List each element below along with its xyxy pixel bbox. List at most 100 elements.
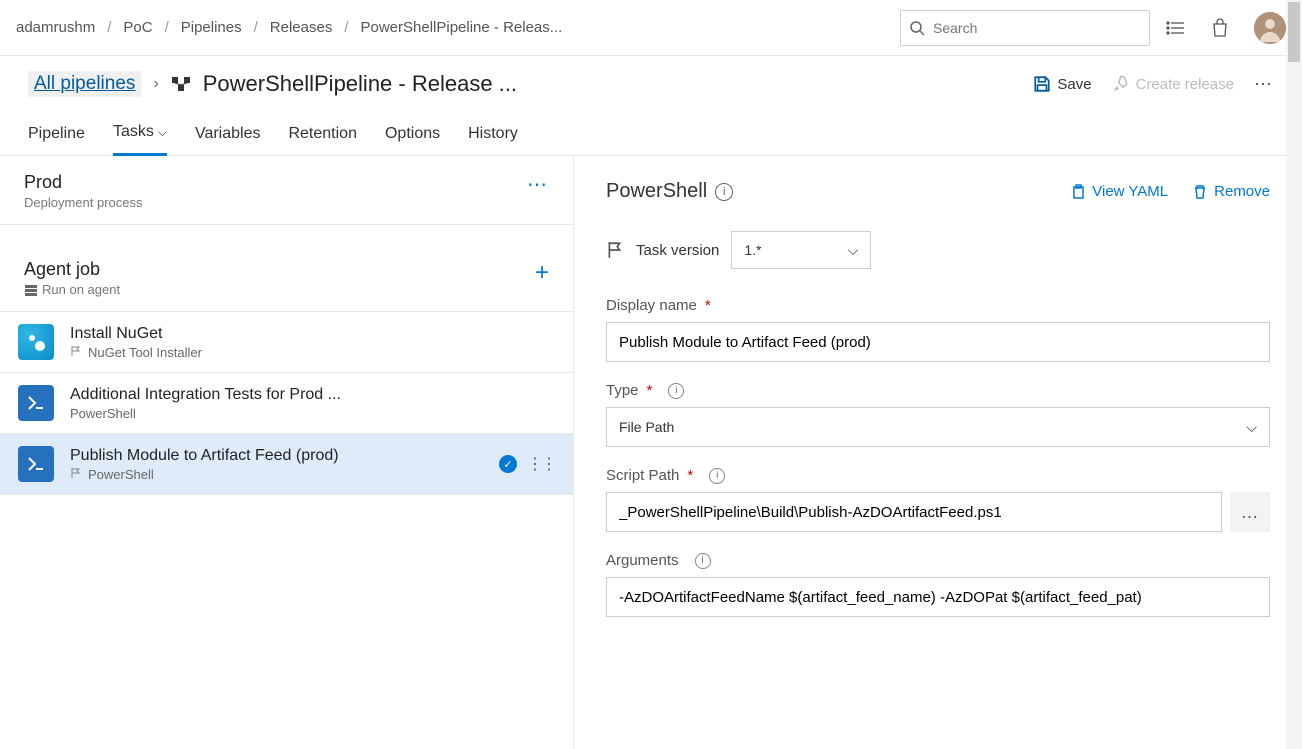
- scrollbar-track[interactable]: [1286, 0, 1302, 749]
- scrollbar-thumb[interactable]: [1288, 2, 1300, 62]
- remove-label: Remove: [1214, 183, 1270, 200]
- right-panel: PowerShell i View YAML Remove Task versi…: [574, 156, 1302, 749]
- task-sub-label: NuGet Tool Installer: [88, 345, 202, 360]
- agent-job-name: Agent job: [24, 259, 535, 280]
- view-yaml-label: View YAML: [1092, 183, 1168, 200]
- flag-icon: [606, 241, 624, 259]
- tab-pipeline[interactable]: Pipeline: [28, 112, 85, 156]
- agent-sub-label: Run on agent: [42, 282, 120, 297]
- agent-job-header[interactable]: Agent job Run on agent +: [0, 245, 573, 312]
- more-actions-icon[interactable]: ⋯: [1254, 74, 1274, 95]
- top-icons: [1166, 12, 1286, 44]
- task-version-row: Task version 1.* ⌵: [606, 231, 1270, 269]
- task-name: Publish Module to Artifact Feed (prod): [70, 447, 499, 465]
- tab-retention[interactable]: Retention: [288, 112, 357, 156]
- shopping-bag-icon[interactable]: [1210, 18, 1230, 38]
- main-content: Prod Deployment process ⋯ Agent job Run …: [0, 156, 1302, 749]
- tab-tasks-label: Tasks: [113, 123, 154, 141]
- search-box[interactable]: [900, 10, 1150, 46]
- task-subtitle: PowerShell: [70, 467, 499, 482]
- list-icon[interactable]: [1166, 18, 1186, 38]
- breadcrumb-separator: /: [165, 19, 169, 36]
- display-name-label: Display name*: [606, 297, 1270, 314]
- type-select[interactable]: File Path ⌵: [606, 407, 1270, 447]
- tabs: Pipeline Tasks ⌵ Variables Retention Opti…: [0, 112, 1302, 156]
- breadcrumb-separator: /: [344, 19, 348, 36]
- server-icon: [24, 283, 38, 297]
- top-bar: adamrushm / PoC / Pipelines / Releases /…: [0, 0, 1302, 56]
- powershell-icon: [18, 385, 54, 421]
- info-icon[interactable]: i: [715, 183, 733, 201]
- chevron-down-icon: ⌵: [1246, 419, 1257, 436]
- drag-handle-icon[interactable]: ⋮⋮: [527, 454, 555, 474]
- powershell-icon: [18, 446, 54, 482]
- stage-header[interactable]: Prod Deployment process ⋯: [0, 156, 573, 225]
- title-row: All pipelines › PowerShellPipeline - Rel…: [0, 56, 1302, 112]
- pipeline-icon: [171, 74, 191, 94]
- page-title: PowerShellPipeline - Release ...: [203, 71, 517, 97]
- info-icon[interactable]: i: [695, 553, 711, 569]
- task-item-integration-tests[interactable]: Additional Integration Tests for Prod ..…: [0, 373, 573, 434]
- type-label: Type* i: [606, 382, 1270, 399]
- script-path-input[interactable]: [606, 492, 1222, 532]
- save-icon: [1033, 75, 1051, 93]
- rocket-icon: [1112, 75, 1130, 93]
- panel-title: PowerShell: [606, 180, 707, 203]
- tab-history[interactable]: History: [468, 112, 518, 156]
- type-value: File Path: [619, 419, 674, 435]
- save-label: Save: [1057, 76, 1091, 93]
- task-subtitle: NuGet Tool Installer: [70, 345, 555, 360]
- breadcrumb-item[interactable]: Pipelines: [181, 19, 242, 36]
- arguments-input[interactable]: [606, 577, 1270, 617]
- breadcrumb-separator: /: [107, 19, 111, 36]
- save-button[interactable]: Save: [1033, 75, 1091, 93]
- clipboard-icon: [1070, 184, 1086, 200]
- tab-variables[interactable]: Variables: [195, 112, 261, 156]
- task-name: Install NuGet: [70, 325, 555, 343]
- task-item-nuget[interactable]: Install NuGet NuGet Tool Installer: [0, 312, 573, 373]
- create-release-label: Create release: [1136, 76, 1234, 93]
- trash-icon: [1192, 184, 1208, 200]
- task-version-label: Task version: [636, 242, 719, 259]
- script-path-label: Script Path* i: [606, 467, 1270, 484]
- info-icon[interactable]: i: [668, 383, 684, 399]
- stage-name: Prod: [24, 172, 527, 193]
- breadcrumb-item[interactable]: PowerShellPipeline - Releas...: [361, 19, 563, 36]
- panel-header: PowerShell i View YAML Remove: [606, 180, 1270, 203]
- breadcrumb-item[interactable]: PoC: [123, 19, 152, 36]
- script-path-row: …: [606, 492, 1270, 532]
- info-icon[interactable]: i: [709, 468, 725, 484]
- flag-icon: [70, 345, 84, 359]
- task-version-select[interactable]: 1.* ⌵: [731, 231, 871, 269]
- view-yaml-button[interactable]: View YAML: [1070, 183, 1168, 200]
- breadcrumb-item[interactable]: Releases: [270, 19, 333, 36]
- breadcrumb: adamrushm / PoC / Pipelines / Releases /…: [16, 19, 900, 36]
- nuget-icon: [18, 324, 54, 360]
- tab-options[interactable]: Options: [385, 112, 440, 156]
- add-task-icon[interactable]: +: [535, 259, 549, 287]
- search-input[interactable]: [933, 20, 1141, 36]
- left-panel: Prod Deployment process ⋯ Agent job Run …: [0, 156, 574, 749]
- chevron-down-icon: ⌵: [158, 125, 167, 140]
- title-actions: Save Create release ⋯: [1033, 74, 1274, 95]
- avatar[interactable]: [1254, 12, 1286, 44]
- task-version-value: 1.*: [744, 242, 761, 258]
- tab-tasks[interactable]: Tasks ⌵: [113, 112, 167, 156]
- stage-more-icon[interactable]: ⋯: [527, 172, 549, 197]
- create-release-button[interactable]: Create release: [1112, 75, 1234, 93]
- breadcrumb-item[interactable]: adamrushm: [16, 19, 95, 36]
- flag-icon: [70, 467, 84, 481]
- browse-button[interactable]: …: [1230, 492, 1270, 532]
- remove-button[interactable]: Remove: [1192, 183, 1270, 200]
- chevron-right-icon: ›: [153, 75, 158, 93]
- all-pipelines-link[interactable]: All pipelines: [28, 71, 141, 97]
- breadcrumb-separator: /: [254, 19, 258, 36]
- arguments-label: Arguments i: [606, 552, 1270, 569]
- task-enabled-check-icon: ✓: [499, 455, 517, 473]
- search-icon: [909, 20, 925, 36]
- chevron-down-icon: ⌵: [848, 242, 859, 259]
- display-name-input[interactable]: [606, 322, 1270, 362]
- agent-job-subtitle: Run on agent: [24, 282, 535, 297]
- task-item-publish-module[interactable]: Publish Module to Artifact Feed (prod) P…: [0, 434, 573, 495]
- task-name: Additional Integration Tests for Prod ..…: [70, 386, 555, 404]
